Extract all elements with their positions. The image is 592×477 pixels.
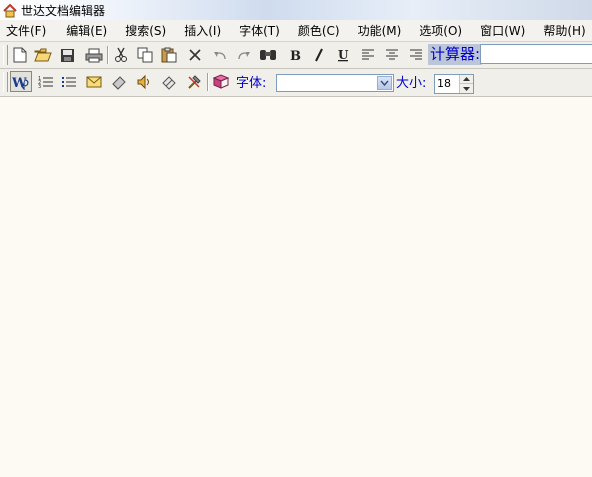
standard-toolbar: B U 计算器: <box>0 42 592 69</box>
align-right-icon[interactable] <box>406 46 426 64</box>
eraser-icon[interactable] <box>159 73 179 91</box>
cut-icon[interactable] <box>111 46 131 64</box>
find-binoculars-icon[interactable] <box>258 46 278 64</box>
bold-icon[interactable]: B <box>285 46 305 64</box>
menu-file[interactable]: 文件(F) <box>2 22 50 39</box>
font-label: 字体: <box>236 76 267 91</box>
redo-icon[interactable] <box>234 46 254 64</box>
toolbar-grip[interactable] <box>3 45 8 65</box>
copy-icon[interactable] <box>135 46 155 64</box>
menu-function[interactable]: 功能(M) <box>354 22 406 39</box>
bullet-list-icon[interactable] <box>59 73 79 91</box>
toolbar-grip[interactable] <box>3 72 8 92</box>
underline-icon[interactable]: U <box>333 46 353 64</box>
spin-down-icon[interactable] <box>459 84 473 93</box>
italic-icon[interactable] <box>309 46 329 64</box>
chevron-down-icon[interactable] <box>377 76 392 90</box>
svg-text:B: B <box>290 49 301 62</box>
svg-text:3: 3 <box>38 84 41 89</box>
calculator-input[interactable] <box>480 44 592 64</box>
tools-icon[interactable] <box>184 73 204 91</box>
numbered-list-icon[interactable]: 123 <box>36 73 56 91</box>
font-select[interactable] <box>276 74 394 92</box>
mail-icon[interactable] <box>84 73 104 91</box>
window-title: 世达文档编辑器 <box>21 3 106 18</box>
spin-up-icon[interactable] <box>459 75 473 84</box>
size-spinner[interactable]: 18 <box>434 74 474 94</box>
open-folder-icon[interactable] <box>33 46 53 64</box>
print-icon[interactable] <box>84 46 104 64</box>
menu-bar: 文件(F) 编辑(E) 搜索(S) 插入(I) 字体(T) 颜色(C) 功能(M… <box>0 20 592 42</box>
new-file-icon[interactable] <box>10 46 30 64</box>
menu-insert[interactable]: 插入(I) <box>180 22 225 39</box>
menu-help[interactable]: 帮助(H) <box>539 22 589 39</box>
svg-text:W: W <box>12 76 27 90</box>
eraser-icon[interactable] <box>109 73 129 91</box>
svg-text:U: U <box>338 48 349 62</box>
title-bar: 世达文档编辑器 <box>0 0 592 20</box>
menu-font[interactable]: 字体(T) <box>235 22 284 39</box>
format-toolbar: W 123 字体: 大小: 18 <box>0 69 592 97</box>
menu-options[interactable]: 选项(O) <box>415 22 466 39</box>
app-logo-icon <box>2 2 18 18</box>
align-left-icon[interactable] <box>358 46 378 64</box>
document-editor-area[interactable] <box>0 97 592 477</box>
align-center-icon[interactable] <box>382 46 402 64</box>
book-icon[interactable] <box>211 73 231 91</box>
undo-icon[interactable] <box>210 46 230 64</box>
size-value[interactable]: 18 <box>437 77 451 90</box>
save-icon[interactable] <box>57 46 77 64</box>
paste-icon[interactable] <box>159 46 179 64</box>
delete-icon[interactable] <box>185 46 205 64</box>
toolbar-separator <box>107 46 109 64</box>
size-label: 大小: <box>396 76 427 91</box>
toolbar-separator <box>207 73 209 91</box>
menu-color[interactable]: 颜色(C) <box>294 22 344 39</box>
menu-window[interactable]: 窗口(W) <box>476 22 529 39</box>
menu-search[interactable]: 搜索(S) <box>121 22 170 39</box>
menu-edit[interactable]: 编辑(E) <box>62 22 111 39</box>
calculator-label: 计算器: <box>428 44 483 65</box>
word-wrap-icon[interactable]: W <box>10 71 32 92</box>
speaker-icon[interactable] <box>134 73 154 91</box>
